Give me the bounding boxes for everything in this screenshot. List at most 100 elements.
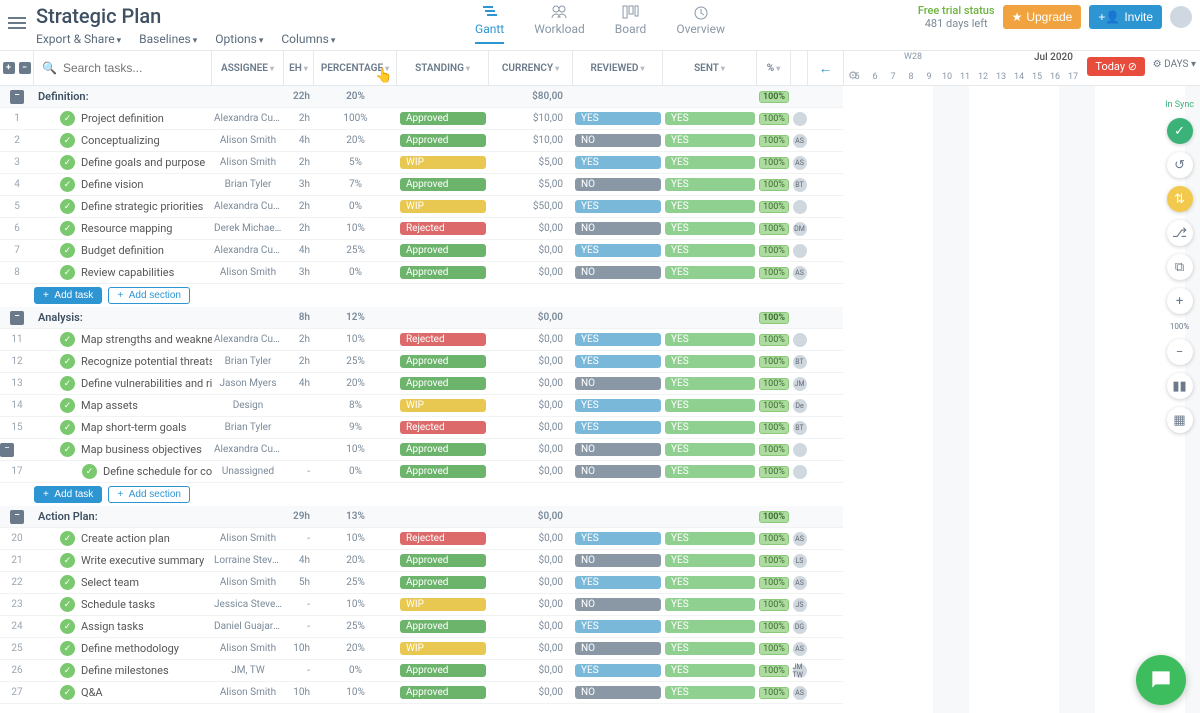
assignee-avatar-icon[interactable]: AS bbox=[793, 156, 807, 170]
task-curr[interactable]: $0,00 bbox=[489, 466, 573, 477]
task-curr[interactable]: $0,00 bbox=[489, 245, 573, 256]
task-pct[interactable]: 0% bbox=[314, 201, 397, 212]
task-eh[interactable]: - bbox=[284, 533, 314, 544]
collapse-all-icon[interactable]: − bbox=[19, 62, 31, 74]
task-name[interactable]: ✓Define schedule for co... bbox=[34, 464, 212, 479]
sent-tag[interactable]: YES bbox=[665, 443, 755, 456]
sent-tag[interactable]: YES bbox=[665, 686, 755, 699]
task-curr[interactable]: $0,00 bbox=[489, 577, 573, 588]
section-collapse[interactable]: − bbox=[10, 311, 24, 325]
assignee-avatar-icon[interactable]: AS bbox=[793, 642, 807, 656]
task-assignee[interactable]: Jason Myers bbox=[212, 378, 284, 389]
reviewed-tag[interactable]: NO bbox=[575, 465, 661, 478]
gantt-area[interactable] bbox=[843, 86, 1200, 713]
task-name[interactable]: ✓Resource mapping bbox=[34, 221, 212, 236]
task-curr[interactable]: $0,00 bbox=[489, 378, 573, 389]
row-collapse[interactable]: − bbox=[0, 443, 14, 457]
reviewed-tag[interactable]: YES bbox=[575, 664, 661, 677]
standing-pill[interactable]: Approved bbox=[400, 554, 486, 567]
task-pct[interactable]: 20% bbox=[314, 555, 397, 566]
task-name[interactable]: ✓Create action plan bbox=[34, 531, 212, 546]
task-eh[interactable]: 4h bbox=[284, 555, 314, 566]
sent-tag[interactable]: YES bbox=[665, 532, 755, 545]
sent-tag[interactable]: YES bbox=[665, 266, 755, 279]
sort-icon[interactable]: ⇅ bbox=[1167, 186, 1193, 212]
sent-tag[interactable]: YES bbox=[665, 576, 755, 589]
standing-pill[interactable]: Approved bbox=[400, 465, 486, 478]
col-reviewed[interactable]: REVIEWED▾ bbox=[573, 51, 663, 85]
col-pct[interactable]: %▾ bbox=[757, 51, 791, 85]
search-input[interactable] bbox=[63, 61, 203, 75]
assignee-avatar-icon[interactable]: JM TW bbox=[793, 664, 807, 678]
sent-tag[interactable]: YES bbox=[665, 355, 755, 368]
add-section-button[interactable]: + Add section bbox=[108, 486, 190, 503]
standing-pill[interactable]: Approved bbox=[400, 112, 486, 125]
col-assignee[interactable]: ASSIGNEE▾ bbox=[212, 51, 284, 85]
section-name[interactable]: Analysis: bbox=[34, 311, 212, 324]
task-assignee[interactable]: Alexandra Cuart... bbox=[212, 113, 284, 124]
task-eh[interactable]: 2h bbox=[284, 356, 314, 367]
complete-check-icon[interactable]: ✓ bbox=[60, 398, 75, 413]
assignee-avatar-icon[interactable]: BT bbox=[793, 355, 807, 369]
assignee-avatar-icon[interactable]: DG bbox=[793, 620, 807, 634]
invite-button[interactable]: +👤 Invite bbox=[1089, 5, 1162, 29]
task-name[interactable]: ✓Map strengths and weaknes... bbox=[34, 332, 212, 347]
task-curr[interactable]: $0,00 bbox=[489, 223, 573, 234]
col-percentage[interactable]: PERCENTAGE▾ bbox=[314, 51, 397, 85]
timeline-header[interactable]: ⚙ W28 Jul 2020 567891011121314151617 Tod… bbox=[844, 51, 1200, 85]
task-curr[interactable]: $10,00 bbox=[489, 113, 573, 124]
task-assignee[interactable]: Alison Smith bbox=[212, 267, 284, 278]
reviewed-tag[interactable]: NO bbox=[575, 377, 661, 390]
reviewed-tag[interactable]: NO bbox=[575, 266, 661, 279]
task-name[interactable]: ✓Review capabilities bbox=[34, 265, 212, 280]
task-curr[interactable]: $0,00 bbox=[489, 422, 573, 433]
task-assignee[interactable]: Design bbox=[212, 400, 284, 411]
task-pct[interactable]: 20% bbox=[314, 378, 397, 389]
standing-pill[interactable]: Approved bbox=[400, 620, 486, 633]
section-name[interactable]: Action Plan: bbox=[34, 510, 212, 523]
task-eh[interactable]: 2h bbox=[284, 201, 314, 212]
reviewed-tag[interactable]: YES bbox=[575, 532, 661, 545]
reviewed-tag[interactable]: NO bbox=[575, 598, 661, 611]
complete-check-icon[interactable]: ✓ bbox=[60, 553, 75, 568]
day-8[interactable]: 8 bbox=[902, 72, 920, 82]
task-curr[interactable]: $0,00 bbox=[489, 555, 573, 566]
standing-pill[interactable]: Approved bbox=[400, 664, 486, 677]
task-name[interactable]: ✓Map business objectives bbox=[34, 442, 212, 457]
zoom-out-icon[interactable]: − bbox=[1167, 339, 1193, 365]
task-pct[interactable]: 0% bbox=[314, 665, 397, 676]
task-name[interactable]: ✓Assign tasks bbox=[34, 619, 212, 634]
task-assignee[interactable]: Derek Michaels bbox=[212, 223, 284, 234]
task-curr[interactable]: $0,00 bbox=[489, 665, 573, 676]
reviewed-tag[interactable]: YES bbox=[575, 399, 661, 412]
upgrade-button[interactable]: ★ Upgrade bbox=[1003, 5, 1082, 29]
complete-check-icon[interactable]: ✓ bbox=[60, 420, 75, 435]
task-curr[interactable]: $0,00 bbox=[489, 334, 573, 345]
assignee-avatar-icon[interactable] bbox=[793, 443, 807, 457]
task-pct[interactable]: 7% bbox=[314, 179, 397, 190]
sent-tag[interactable]: YES bbox=[665, 465, 755, 478]
sent-tag[interactable]: YES bbox=[665, 664, 755, 677]
day-9[interactable]: 9 bbox=[920, 72, 938, 82]
task-pct[interactable]: 10% bbox=[314, 223, 397, 234]
task-pct[interactable]: 25% bbox=[314, 621, 397, 632]
task-eh[interactable]: 5h bbox=[284, 577, 314, 588]
complete-check-icon[interactable]: ✓ bbox=[60, 221, 75, 236]
col-standing[interactable]: STANDING▾ bbox=[397, 51, 489, 85]
standing-pill[interactable]: Approved bbox=[400, 686, 486, 699]
task-pct[interactable]: 8% bbox=[314, 400, 397, 411]
standing-pill[interactable]: Rejected bbox=[400, 222, 486, 235]
assignee-avatar-icon[interactable]: AS bbox=[793, 134, 807, 148]
col-sent[interactable]: SENT▾ bbox=[663, 51, 757, 85]
assignee-avatar-icon[interactable]: De bbox=[793, 399, 807, 413]
assignee-avatar-icon[interactable]: BT bbox=[793, 421, 807, 435]
menu-options[interactable]: Options bbox=[215, 32, 263, 46]
task-name[interactable]: ✓Schedule tasks bbox=[34, 597, 212, 612]
task-pct[interactable]: 10% bbox=[314, 334, 397, 345]
standing-pill[interactable]: Rejected bbox=[400, 421, 486, 434]
assignee-avatar-icon[interactable]: JS bbox=[793, 598, 807, 612]
complete-check-icon[interactable]: ✓ bbox=[60, 133, 75, 148]
task-eh[interactable]: 10h bbox=[284, 687, 314, 698]
task-assignee[interactable]: Alexandra Cuart... bbox=[212, 245, 284, 256]
complete-check-icon[interactable]: ✓ bbox=[82, 464, 97, 479]
